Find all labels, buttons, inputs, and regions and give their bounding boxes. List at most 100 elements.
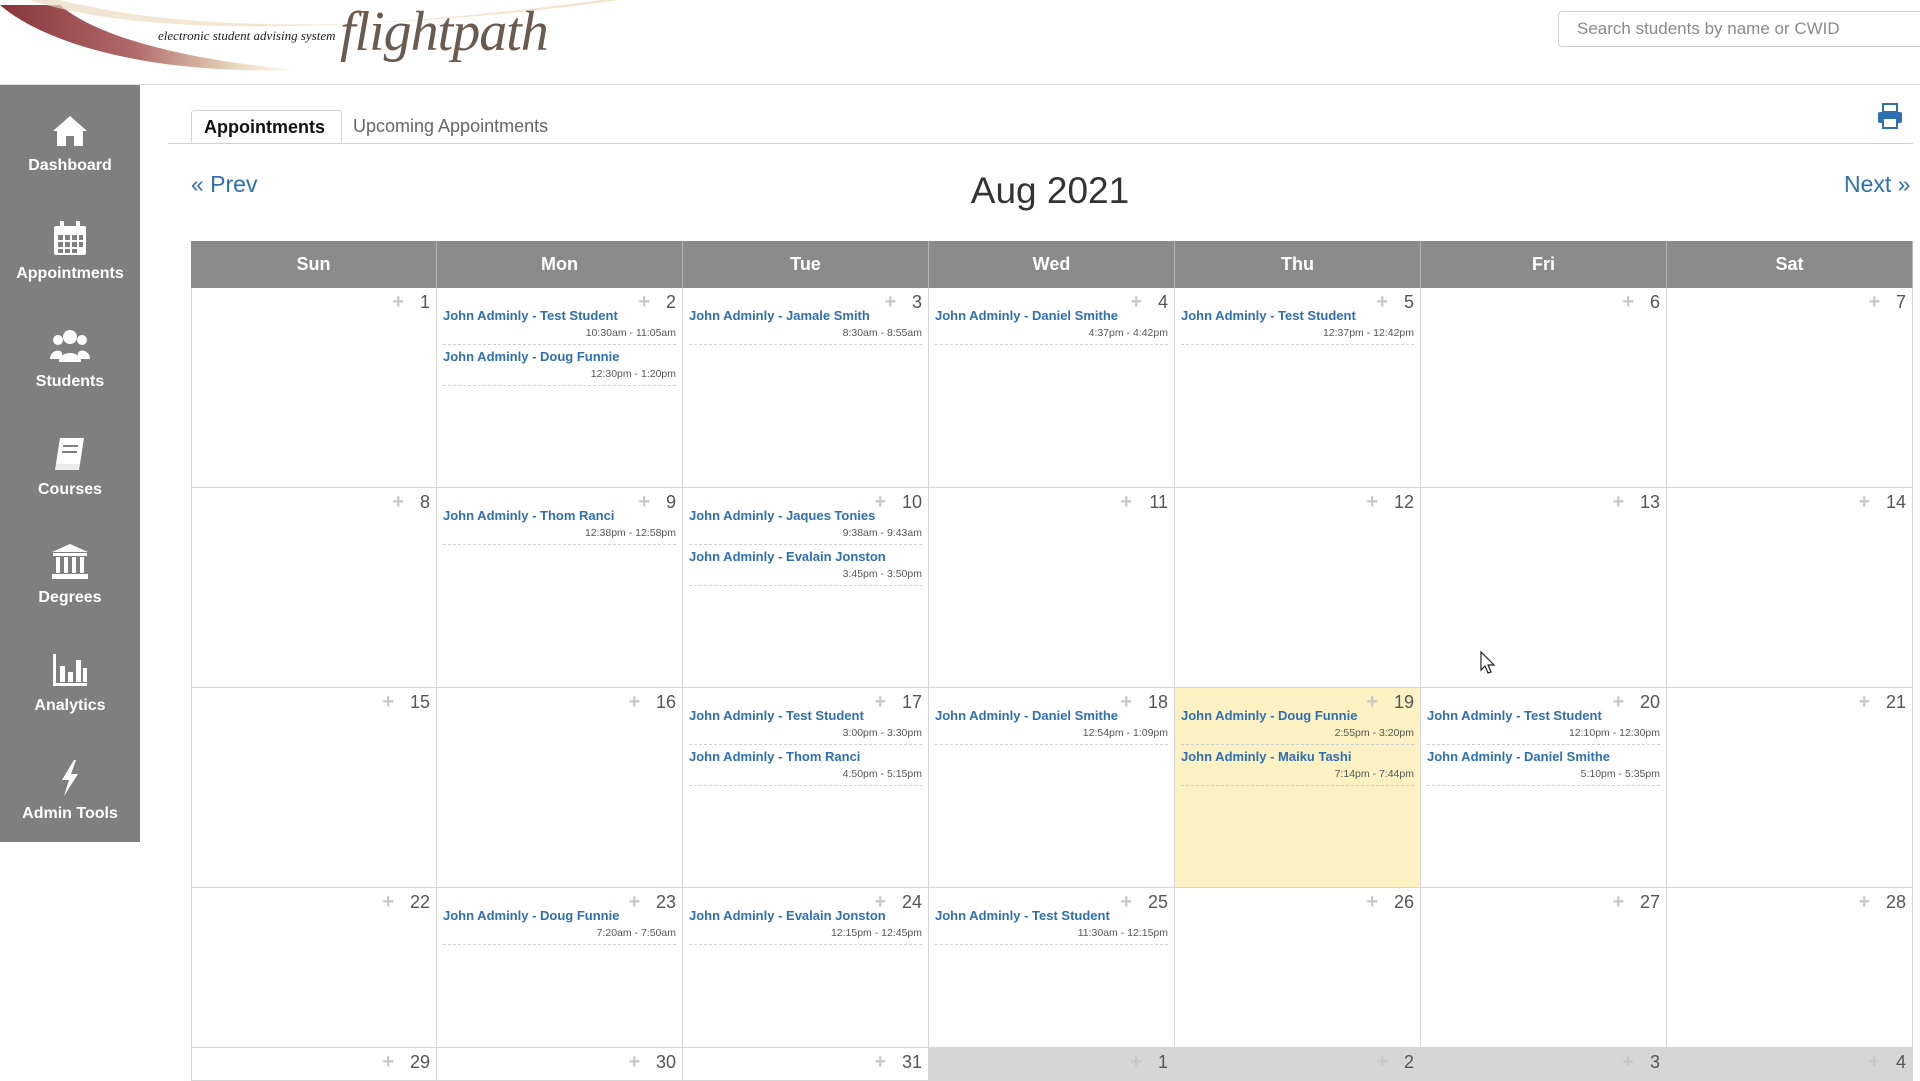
calendar-day-cell[interactable]: +4 (1667, 1048, 1913, 1081)
appointment-title-link[interactable]: John Adminly - Daniel Smithe (935, 308, 1118, 323)
calendar-day-cell[interactable]: +18 John Adminly - Daniel Smithe 12:54pm -… (929, 688, 1175, 888)
calendar-day-cell[interactable]: +12 (1175, 488, 1421, 688)
calendar-day-cell[interactable]: +9 John Adminly - Thom Ranci 12:38pm - 12:… (437, 488, 683, 688)
calendar-day-cell[interactable]: +13 (1421, 488, 1667, 688)
appointment-title-link[interactable]: John Adminly - Thom Ranci (689, 749, 860, 764)
calendar-day-cell[interactable]: +6 (1421, 288, 1667, 488)
calendar-day-cell[interactable]: +3 John Adminly - Jamale Smith 8:30am - 8:… (683, 288, 929, 488)
prev-month-link[interactable]: « Prev (191, 171, 257, 198)
appointment-entry[interactable]: John Adminly - Doug Funnie 7:20am - 7:50a… (443, 908, 676, 945)
appointment-entry[interactable]: John Adminly - Test Student 12:37pm - 12:… (1181, 308, 1414, 345)
add-appointment-icon[interactable]: + (382, 692, 394, 712)
appointment-title-link[interactable]: John Adminly - Daniel Smithe (1427, 749, 1610, 764)
calendar-day-cell[interactable]: +22 (191, 888, 437, 1048)
add-appointment-icon[interactable]: + (1130, 1052, 1142, 1072)
sidebar-item-admin-tools[interactable]: Admin Tools (0, 758, 140, 858)
calendar-day-cell[interactable]: +1 (191, 288, 437, 488)
calendar-day-cell[interactable]: +27 (1421, 888, 1667, 1048)
print-icon[interactable] (1877, 103, 1903, 129)
appointment-title-link[interactable]: John Adminly - Test Student (1427, 708, 1602, 723)
calendar-day-cell[interactable]: +7 (1667, 288, 1913, 488)
calendar-day-cell[interactable]: +30 (437, 1048, 683, 1081)
flightpath-logo[interactable]: electronic student advising system fligh… (0, 0, 620, 80)
add-appointment-icon[interactable]: + (382, 892, 394, 912)
add-appointment-icon[interactable]: + (874, 1052, 886, 1072)
appointment-title-link[interactable]: John Adminly - Daniel Smithe (935, 708, 1118, 723)
add-appointment-icon[interactable]: + (1858, 692, 1870, 712)
calendar-day-cell[interactable]: +21 (1667, 688, 1913, 888)
student-search-input[interactable] (1558, 11, 1920, 47)
add-appointment-icon[interactable]: + (1366, 892, 1378, 912)
calendar-day-cell[interactable]: +10 John Adminly - Jaques Tonies 9:38am - … (683, 488, 929, 688)
appointment-title-link[interactable]: John Adminly - Jaques Tonies (689, 508, 875, 523)
calendar-day-cell[interactable]: +15 (191, 688, 437, 888)
appointment-entry[interactable]: John Adminly - Test Student 11:30am - 12:… (935, 908, 1168, 945)
tab-upcoming-appointments[interactable]: Upcoming Appointments (353, 110, 548, 143)
appointment-title-link[interactable]: John Adminly - Test Student (689, 708, 864, 723)
appointment-title-link[interactable]: John Adminly - Doug Funnie (443, 908, 619, 923)
calendar-day-cell[interactable]: +8 (191, 488, 437, 688)
appointment-title-link[interactable]: John Adminly - Doug Funnie (443, 349, 619, 364)
calendar-day-cell[interactable]: +16 (437, 688, 683, 888)
add-appointment-icon[interactable]: + (1622, 292, 1634, 312)
appointment-entry[interactable]: John Adminly - Maiku Tashi 7:14pm - 7:44p… (1181, 749, 1414, 786)
sidebar-item-dashboard[interactable]: Dashboard (0, 110, 140, 210)
add-appointment-icon[interactable]: + (1612, 892, 1624, 912)
appointment-title-link[interactable]: John Adminly - Test Student (1181, 308, 1356, 323)
add-appointment-icon[interactable]: + (1858, 892, 1870, 912)
appointment-entry[interactable]: John Adminly - Evalain Jonston 3:45pm - 3… (689, 549, 922, 586)
calendar-day-cell[interactable]: +17 John Adminly - Test Student 3:00pm - 3… (683, 688, 929, 888)
appointment-entry[interactable]: John Adminly - Daniel Smithe 4:37pm - 4:4… (935, 308, 1168, 345)
tab-appointments[interactable]: Appointments (191, 110, 342, 143)
appointment-title-link[interactable]: John Adminly - Jamale Smith (689, 308, 870, 323)
appointment-title-link[interactable]: John Adminly - Test Student (935, 908, 1110, 923)
add-appointment-icon[interactable]: + (1376, 1052, 1388, 1072)
appointment-title-link[interactable]: John Adminly - Test Student (443, 308, 618, 323)
add-appointment-icon[interactable]: + (1868, 1052, 1880, 1072)
appointment-entry[interactable]: John Adminly - Daniel Smithe 5:10pm - 5:3… (1427, 749, 1660, 786)
appointment-entry[interactable]: John Adminly - Test Student 3:00pm - 3:30… (689, 708, 922, 745)
appointment-title-link[interactable]: John Adminly - Thom Ranci (443, 508, 614, 523)
appointment-entry[interactable]: John Adminly - Doug Funnie 12:30pm - 1:20… (443, 349, 676, 386)
appointment-title-link[interactable]: John Adminly - Maiku Tashi (1181, 749, 1351, 764)
calendar-day-cell[interactable]: +14 (1667, 488, 1913, 688)
calendar-day-cell[interactable]: +24 John Adminly - Evalain Jonston 12:15pm… (683, 888, 929, 1048)
sidebar-item-students[interactable]: Students (0, 326, 140, 426)
add-appointment-icon[interactable]: + (382, 1052, 394, 1072)
calendar-day-cell[interactable]: +2 (1175, 1048, 1421, 1081)
calendar-day-cell[interactable]: +5 John Adminly - Test Student 12:37pm - 1… (1175, 288, 1421, 488)
sidebar-item-courses[interactable]: Courses (0, 434, 140, 534)
appointment-entry[interactable]: John Adminly - Test Student 10:30am - 11:… (443, 308, 676, 345)
calendar-day-cell[interactable]: +2 John Adminly - Test Student 10:30am - 1… (437, 288, 683, 488)
calendar-day-cell[interactable]: +31 (683, 1048, 929, 1081)
sidebar-item-analytics[interactable]: Analytics (0, 650, 140, 750)
appointment-entry[interactable]: John Adminly - Test Student 12:10pm - 12:… (1427, 708, 1660, 745)
add-appointment-icon[interactable]: + (1612, 492, 1624, 512)
calendar-day-cell[interactable]: +29 (191, 1048, 437, 1081)
next-month-link[interactable]: Next » (1844, 171, 1910, 198)
calendar-day-cell[interactable]: +4 John Adminly - Daniel Smithe 4:37pm - 4… (929, 288, 1175, 488)
sidebar-item-degrees[interactable]: Degrees (0, 542, 140, 642)
calendar-day-cell[interactable]: +28 (1667, 888, 1913, 1048)
calendar-day-cell[interactable]: +25 John Adminly - Test Student 11:30am - … (929, 888, 1175, 1048)
calendar-day-cell[interactable]: +11 (929, 488, 1175, 688)
calendar-day-cell[interactable]: +19 John Adminly - Doug Funnie 2:55pm - 3:… (1175, 688, 1421, 888)
add-appointment-icon[interactable]: + (392, 292, 404, 312)
add-appointment-icon[interactable]: + (1120, 492, 1132, 512)
calendar-day-cell[interactable]: +1 (929, 1048, 1175, 1081)
appointment-entry[interactable]: John Adminly - Evalain Jonston 12:15pm - … (689, 908, 922, 945)
appointment-title-link[interactable]: John Adminly - Doug Funnie (1181, 708, 1357, 723)
sidebar-item-appointments[interactable]: Appointments (0, 218, 140, 318)
appointment-title-link[interactable]: John Adminly - Evalain Jonston (689, 908, 886, 923)
appointment-entry[interactable]: John Adminly - Thom Ranci 4:50pm - 5:15pm (689, 749, 922, 786)
add-appointment-icon[interactable]: + (1868, 292, 1880, 312)
add-appointment-icon[interactable]: + (1622, 1052, 1634, 1072)
add-appointment-icon[interactable]: + (1366, 492, 1378, 512)
calendar-day-cell[interactable]: +3 (1421, 1048, 1667, 1081)
appointment-entry[interactable]: John Adminly - Doug Funnie 2:55pm - 3:20p… (1181, 708, 1414, 745)
add-appointment-icon[interactable]: + (628, 1052, 640, 1072)
appointment-entry[interactable]: John Adminly - Thom Ranci 12:38pm - 12:58… (443, 508, 676, 545)
add-appointment-icon[interactable]: + (628, 692, 640, 712)
calendar-day-cell[interactable]: +23 John Adminly - Doug Funnie 7:20am - 7:… (437, 888, 683, 1048)
calendar-day-cell[interactable]: +20 John Adminly - Test Student 12:10pm - … (1421, 688, 1667, 888)
